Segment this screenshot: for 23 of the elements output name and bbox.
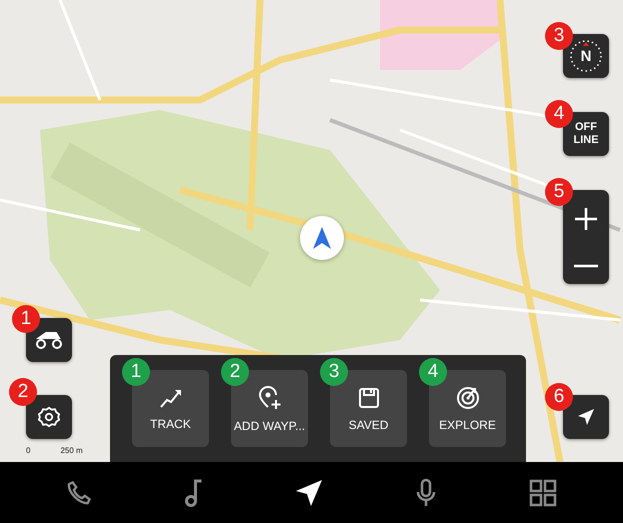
add-pin-icon bbox=[256, 384, 282, 410]
radar-icon bbox=[456, 386, 480, 410]
recenter-button[interactable] bbox=[563, 395, 609, 439]
compass-button[interactable]: N bbox=[563, 34, 609, 78]
settings-icon bbox=[38, 406, 60, 428]
minus-icon bbox=[574, 264, 598, 268]
settings-button[interactable] bbox=[26, 395, 72, 439]
number-badge: 3 bbox=[320, 358, 348, 386]
music-note-icon bbox=[184, 478, 204, 508]
scale-label: 250 m bbox=[60, 446, 83, 455]
atv-icon bbox=[34, 330, 64, 350]
number-badge: 4 bbox=[419, 358, 447, 386]
grid-icon bbox=[528, 478, 558, 508]
location-arrow-icon bbox=[576, 407, 596, 427]
scale-label: 0 bbox=[26, 446, 30, 455]
number-badge: 2 bbox=[221, 358, 249, 386]
phone-icon bbox=[65, 478, 94, 506]
number-badge: 1 bbox=[122, 358, 150, 386]
navigation-arrow-icon bbox=[294, 478, 324, 508]
offline-button[interactable]: OFF LINE bbox=[563, 112, 609, 156]
microphone-icon bbox=[415, 478, 438, 508]
location-arrow-icon bbox=[311, 226, 333, 250]
plus-icon bbox=[574, 206, 598, 230]
